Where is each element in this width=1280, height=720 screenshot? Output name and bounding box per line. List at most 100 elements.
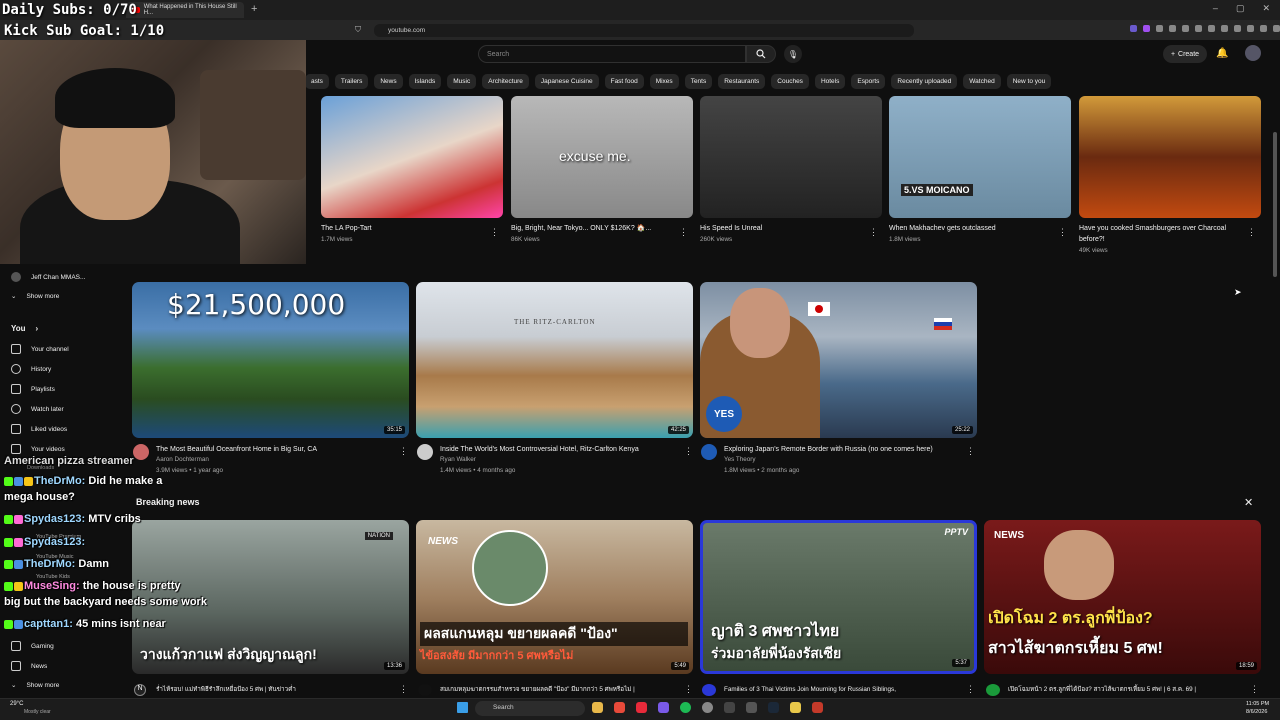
more-options-icon[interactable]: ⋮ [399, 446, 408, 457]
more-options-icon[interactable]: ⋮ [679, 227, 688, 238]
minimize-icon[interactable]: – [1213, 3, 1218, 14]
chip[interactable]: Mixes [649, 74, 679, 89]
chip[interactable]: News [374, 74, 403, 89]
sidebar-item-playlists[interactable]: Playlists [11, 384, 55, 394]
video-thumbnail[interactable]: YES 25:22 [700, 282, 977, 438]
channel-name[interactable]: Aaron Dochterman [156, 456, 209, 463]
video-thumbnail[interactable] [1079, 96, 1261, 218]
sidebar-item-your-videos[interactable]: Your videos [11, 444, 65, 454]
video-title[interactable]: When Makhachev gets outclassed [889, 223, 1049, 234]
video-title[interactable]: สมเกมหลุมฆาตกรรมสำหรวจ ขยายผลคดี "ป้อง" … [440, 684, 680, 695]
chip[interactable]: Restaurants [718, 74, 766, 89]
brave-icon[interactable] [614, 702, 625, 713]
channel-avatar[interactable] [702, 684, 716, 696]
sidebar-you-header[interactable]: You › [11, 324, 38, 333]
video-title[interactable]: ร่ำไห้รอบ! แม่ทำพิธีรำลึกเหยื่อป้อง 5 ศพ… [156, 684, 396, 695]
discord-icon[interactable] [658, 702, 669, 713]
bookmark-icon[interactable]: ⛉ [355, 25, 361, 35]
video-title[interactable]: Exploring Japan's Remote Border with Rus… [724, 444, 974, 455]
steam-icon[interactable] [768, 702, 779, 713]
video-thumbnail[interactable]: THE RITZ-CARLTON 42:25 [416, 282, 693, 438]
more-options-icon[interactable]: ⋮ [966, 684, 975, 695]
weather-temp[interactable]: 29°C [10, 701, 23, 707]
chip[interactable]: New to you [1006, 74, 1052, 89]
close-window-icon[interactable]: ✕ [1262, 3, 1270, 14]
video-thumbnail[interactable]: 5.VS MOICANO [889, 96, 1071, 218]
channel-avatar[interactable] [418, 684, 432, 696]
chip[interactable]: Islands [408, 74, 442, 89]
avatar[interactable] [1245, 45, 1261, 61]
url-field[interactable]: youtube.com [374, 24, 914, 37]
video-thumbnail[interactable] [321, 96, 503, 218]
app-icon[interactable] [790, 702, 801, 713]
chip[interactable]: Hotels [814, 74, 846, 89]
video-thumbnail[interactable]: excuse me. [511, 96, 693, 218]
news-thumbnail[interactable]: PPTV ญาติ 3 ศพชาวไทย ร่วมอาลัยพี่น้องรัส… [700, 520, 977, 674]
close-icon[interactable]: ✕ [1244, 496, 1253, 509]
clock-time[interactable]: 11:05 PM [1246, 701, 1269, 707]
channel-avatar[interactable] [417, 444, 433, 460]
chip[interactable]: asts [305, 74, 329, 89]
video-title[interactable]: Families of 3 Thai Victims Join Mourning… [724, 684, 964, 695]
more-options-icon[interactable]: ⋮ [1058, 227, 1067, 238]
file-explorer-icon[interactable] [592, 702, 603, 713]
video-title[interactable]: Inside The World's Most Controversial Ho… [440, 444, 680, 455]
chip[interactable]: Architecture [482, 74, 529, 89]
video-title[interactable]: เปิดโฉมหน้า 2 ตร.ลูกพี่ได้ป้อง? สาวไส้ฆา… [1008, 684, 1248, 695]
more-options-icon[interactable]: ⋮ [1247, 227, 1256, 238]
channel-avatar[interactable]: N [134, 684, 146, 696]
news-thumbnail[interactable]: NEWS ผลสแกนหลุม ขยายผลคดี "ป้อง" ไข้อสงส… [416, 520, 693, 674]
tab-active[interactable]: What Happened in This House Still H... [126, 2, 244, 18]
chip[interactable]: Watched [963, 74, 1001, 89]
channel-avatar[interactable] [986, 684, 1000, 696]
create-button[interactable]: + Create [1163, 45, 1207, 63]
video-title[interactable]: His Speed Is Unreal [700, 223, 860, 234]
sidebar-show-more[interactable]: ⌄ Show more [11, 292, 59, 301]
more-options-icon[interactable]: ⋮ [399, 684, 408, 695]
sidebar-item-gaming[interactable]: Gaming [11, 641, 54, 651]
channel-name[interactable]: Yes Theory [724, 456, 756, 463]
sidebar-item-watch-later[interactable]: Watch later [11, 404, 64, 414]
video-title[interactable]: Big, Bright, Near Tokyo... ONLY $126K? 🏠… [511, 223, 671, 234]
news-thumbnail[interactable]: NEWS เปิดโฉม 2 ตร.ลูกพี่ป้อง? สาวไส้ฆาตก… [984, 520, 1261, 674]
settings-icon[interactable] [724, 702, 735, 713]
app-icon[interactable] [812, 702, 823, 713]
mic-icon[interactable]: 🎙 [784, 45, 802, 63]
sidebar-item-subscription[interactable]: Jeff Chan MMAS... [11, 272, 85, 282]
more-options-icon[interactable]: ⋮ [869, 227, 878, 238]
new-tab-button[interactable]: + [251, 3, 257, 15]
spotify-icon[interactable] [680, 702, 691, 713]
search-button[interactable] [746, 45, 776, 63]
more-options-icon[interactable]: ⋮ [966, 446, 975, 457]
video-thumbnail[interactable]: $21,500,000 35:15 [132, 282, 409, 438]
more-options-icon[interactable]: ⋮ [684, 684, 693, 695]
more-options-icon[interactable]: ⋮ [684, 446, 693, 457]
sidebar-show-more-bottom[interactable]: ⌄ Show more [11, 681, 59, 690]
video-title[interactable]: Have you cooked Smashburgers over Charco… [1079, 223, 1239, 245]
video-title[interactable]: The Most Beautiful Oceanfront Home in Bi… [156, 444, 396, 455]
channel-avatar[interactable] [701, 444, 717, 460]
chip[interactable]: Fast food [604, 74, 644, 89]
sidebar-item-liked[interactable]: Liked videos [11, 424, 67, 434]
scrollbar-thumb[interactable] [1273, 132, 1277, 277]
app-icon[interactable] [746, 702, 757, 713]
notifications-bell-icon[interactable]: 🔔 [1216, 48, 1228, 59]
channel-avatar[interactable] [133, 444, 149, 460]
chip[interactable]: Music [447, 74, 477, 89]
media-icon[interactable] [702, 702, 713, 713]
chip[interactable]: Trailers [334, 74, 369, 89]
chip[interactable]: Couches [771, 74, 809, 89]
chip[interactable]: Recently uploaded [891, 74, 958, 89]
sidebar-item-your-channel[interactable]: Your channel [11, 344, 69, 354]
sidebar-item-news[interactable]: News [11, 661, 47, 671]
video-thumbnail[interactable] [700, 96, 882, 218]
chip[interactable]: Tents [684, 74, 713, 89]
sidebar-item-history[interactable]: History [11, 364, 51, 374]
video-title[interactable]: The LA Pop-Tart [321, 223, 481, 234]
more-options-icon[interactable]: ⋮ [490, 227, 499, 238]
chip[interactable]: Esports [851, 74, 886, 89]
maximize-icon[interactable]: ▢ [1236, 3, 1245, 14]
search-input[interactable]: Search [478, 45, 746, 63]
opera-icon[interactable] [636, 702, 647, 713]
channel-name[interactable]: Ryan Walker [440, 456, 476, 463]
